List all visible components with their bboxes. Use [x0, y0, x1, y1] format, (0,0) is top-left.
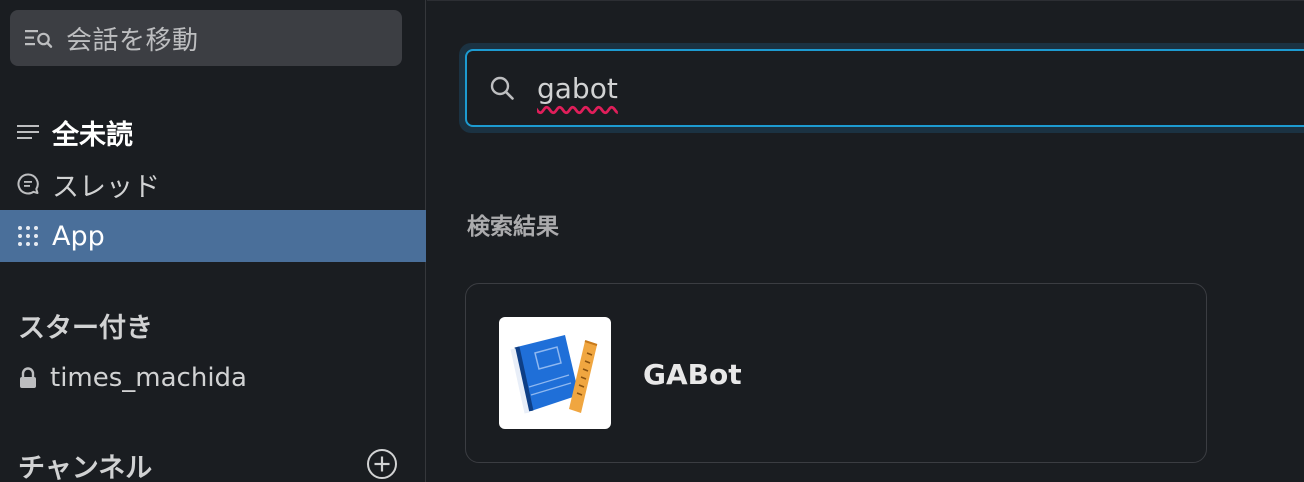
jump-to-conversation-button[interactable]: 会話を移動: [10, 10, 402, 66]
app-directory-panel: gabot 検索結果 GABot: [427, 0, 1304, 482]
channel-label: times_machida: [50, 363, 247, 393]
sidebar: 会話を移動 全未読 スレッド App スター付き times_machida チ…: [0, 0, 426, 482]
sidebar-item-all-unreads[interactable]: 全未読: [0, 106, 426, 158]
lock-icon: [18, 366, 38, 390]
threads-icon: [16, 172, 40, 196]
app-search-input[interactable]: gabot: [465, 49, 1304, 127]
search-input-value: gabot: [537, 71, 618, 105]
sidebar-item-threads[interactable]: スレッド: [0, 158, 426, 210]
sidebar-item-apps[interactable]: App: [0, 210, 426, 262]
plus-circle-icon: [366, 448, 398, 482]
app-name: GABot: [643, 358, 742, 391]
sidebar-item-label: App: [52, 220, 105, 252]
add-channel-button[interactable]: [366, 448, 398, 480]
sidebar-item-label: スレッド: [52, 171, 160, 203]
sidebar-channel-times-machida[interactable]: times_machida: [18, 358, 247, 398]
search-results-heading: 検索結果: [467, 214, 559, 240]
search-focus-ring: gabot: [459, 43, 1304, 133]
search-icon: [489, 75, 515, 101]
jump-to-conversation-label: 会話を移動: [66, 25, 199, 56]
gabot-app-icon: [499, 317, 611, 429]
section-channels-title[interactable]: チャンネル: [18, 446, 152, 482]
app-result-card[interactable]: GABot: [465, 283, 1207, 463]
filter-search-icon: [24, 26, 54, 50]
all-unreads-icon: [16, 120, 40, 144]
section-starred-title[interactable]: スター付き: [18, 306, 153, 345]
sidebar-item-label: 全未読: [52, 119, 133, 151]
apps-grid-icon: [16, 224, 40, 248]
